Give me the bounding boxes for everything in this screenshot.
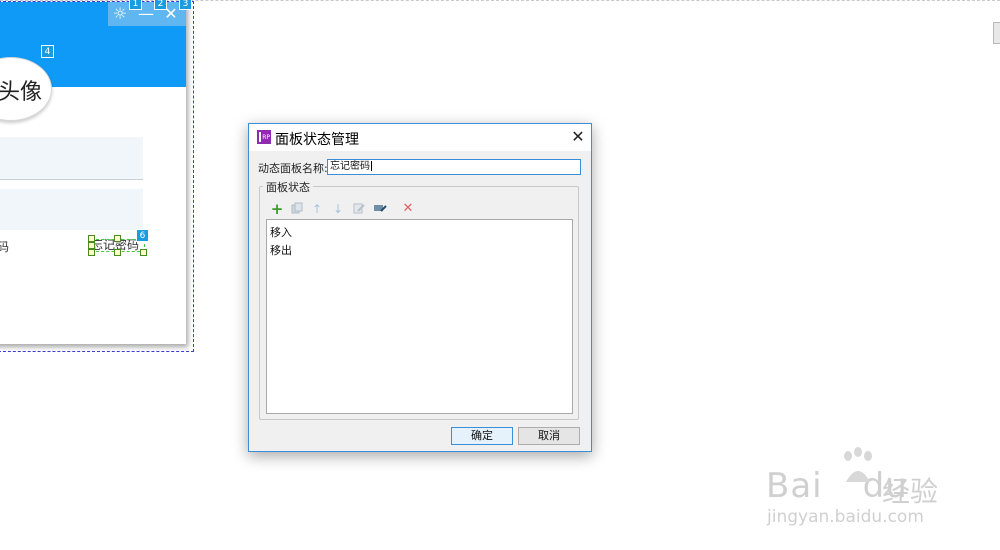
panel-state-dialog: RP 面板状态管理 ✕ 动态面板名称: 忘记密码 面板状态 + ↑ ↓ ✕ 移入… [248, 123, 592, 452]
list-item[interactable]: 移出 [270, 242, 292, 258]
right-scroll-handle[interactable] [993, 22, 1000, 44]
marker-badge: 2 [154, 0, 167, 10]
resize-handle[interactable] [88, 235, 95, 242]
panel-name-input[interactable]: 忘记密码 [327, 159, 581, 175]
avatar-label: 头像 [0, 80, 43, 105]
close-icon[interactable]: ✕ [567, 126, 589, 148]
list-item[interactable]: 移入 [270, 224, 292, 240]
edit-icon[interactable] [352, 202, 366, 216]
duplicate-icon[interactable] [290, 202, 304, 216]
app-logo-icon: RP [257, 130, 271, 144]
remember-label: 码 [0, 240, 10, 254]
marker-badge: 4 [41, 45, 54, 58]
resize-handle[interactable] [88, 249, 95, 256]
username-field[interactable] [0, 137, 143, 179]
watermark-url: jingyan.baidu.com [767, 507, 924, 527]
ok-button[interactable]: 确定 [451, 427, 513, 445]
add-icon[interactable]: + [270, 202, 284, 217]
panel-states-label: 面板状态 [263, 179, 313, 195]
watermark-paw-icon [844, 447, 872, 482]
widget-top-toolbar: ☼ — ✕ [108, 2, 186, 26]
resize-handle[interactable] [114, 235, 121, 242]
delete-icon[interactable]: ✕ [401, 202, 415, 216]
panel-states-list[interactable]: 移入 移出 [266, 219, 573, 414]
move-up-icon[interactable]: ↑ [310, 202, 324, 216]
move-down-icon[interactable]: ↓ [331, 202, 345, 216]
resize-handle[interactable] [140, 249, 147, 256]
marker-badge: 3 [179, 0, 192, 10]
field-divider [0, 179, 143, 180]
settings-icon[interactable]: ☼ [111, 5, 129, 23]
marker-badge: 6 [136, 229, 149, 242]
panel-name-label: 动态面板名称: [258, 162, 328, 175]
text-cursor [371, 161, 372, 171]
resize-handle[interactable] [88, 242, 95, 249]
cancel-button[interactable]: 取消 [518, 427, 580, 445]
password-field[interactable] [0, 189, 143, 230]
dialog-title-bar[interactable]: RP 面板状态管理 ✕ [249, 124, 591, 151]
watermark-logo-text: Bai [766, 466, 823, 506]
panel-name-value: 忘记密码 [330, 161, 370, 172]
resize-handle[interactable] [114, 249, 121, 256]
dialog-title: 面板状态管理 [275, 132, 359, 148]
watermark-chinese: 经验 [882, 475, 939, 508]
marker-badge: 1 [129, 0, 142, 10]
edit-all-icon[interactable] [373, 202, 387, 216]
